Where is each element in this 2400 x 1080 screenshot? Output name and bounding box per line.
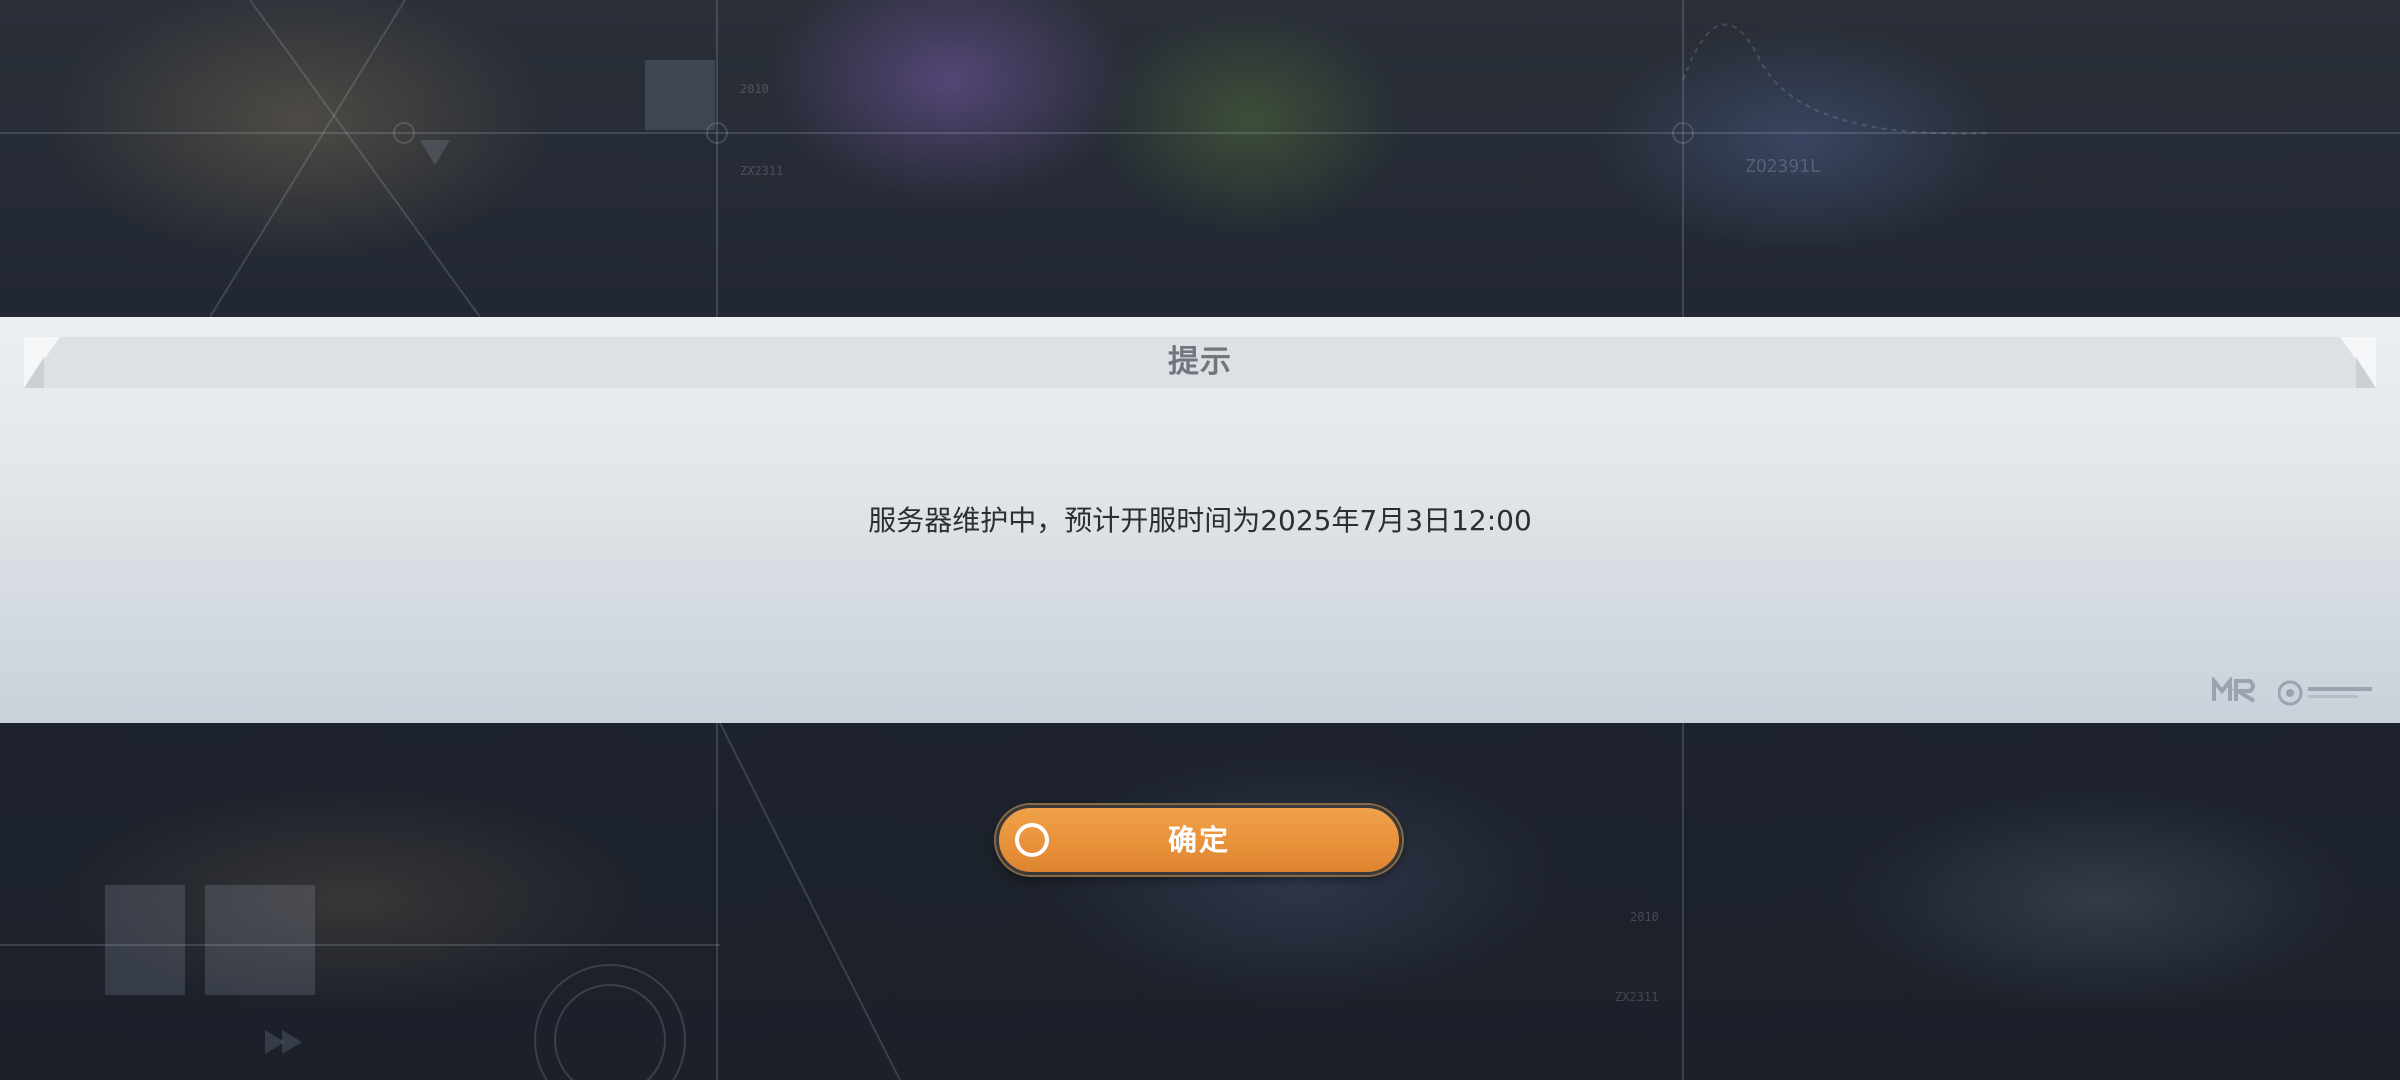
studio-logo-icon [2278, 680, 2372, 706]
svg-text:2010: 2010 [740, 82, 769, 96]
confirm-button[interactable]: 确定 [996, 805, 1402, 875]
notice-dialog: 提示 服务器维护中，预计开服时间为2025年7月3日12:00 [0, 317, 2400, 723]
mr-logo-icon [2212, 677, 2256, 703]
dialog-message: 服务器维护中，预计开服时间为2025年7月3日12:00 [868, 504, 1532, 537]
svg-text:ZO2391L: ZO2391L [1745, 156, 1821, 177]
dialog-title-bar: 提示 [24, 337, 2376, 388]
title-bar-right-cap [2340, 337, 2376, 388]
svg-text:2010: 2010 [1630, 910, 1659, 924]
confirm-button-label: 确定 [1167, 823, 1230, 857]
svg-text:ZX2311: ZX2311 [1615, 990, 1658, 1004]
dialog-title: 提示 [1168, 344, 1232, 380]
svg-text:ZX2311: ZX2311 [740, 164, 783, 178]
